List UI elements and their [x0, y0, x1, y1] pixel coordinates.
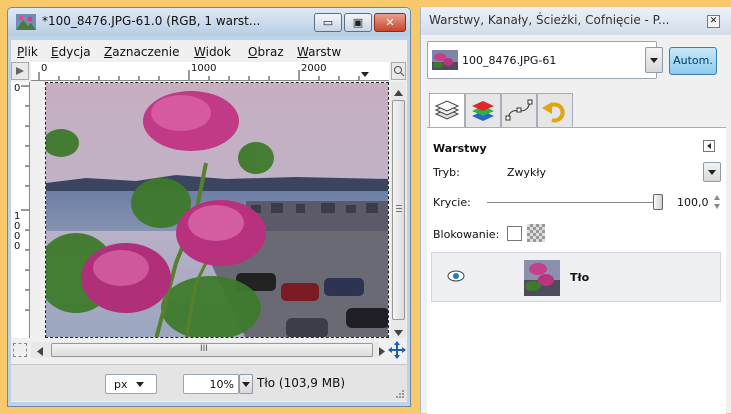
menu-warstwy[interactable]: Warstw [297, 45, 341, 59]
quickmask-icon[interactable] [13, 343, 27, 357]
layer-name: Tło [570, 271, 590, 284]
zoom-value: 10% [209, 378, 234, 391]
vertical-ruler[interactable]: 0 1000 [11, 82, 30, 338]
minimize-icon: ▭ [322, 16, 334, 29]
scroll-left-icon[interactable] [37, 346, 43, 359]
image-selector-dropdown[interactable] [645, 47, 663, 73]
close-icon: ✕ [385, 16, 395, 29]
menu-edycja[interactable]: Edycja [51, 45, 91, 59]
ruler-h-tick-0: 0 [41, 63, 48, 74]
horizontal-scroll-thumb[interactable]: III [51, 343, 373, 357]
panel-menu-icon[interactable] [703, 140, 715, 152]
vertical-scrollbar[interactable] [391, 82, 406, 338]
image-canvas[interactable] [45, 82, 389, 338]
menu-zaznaczenie[interactable]: Zaznaczenie [104, 45, 179, 59]
undo-icon [542, 102, 565, 123]
hscroll-grip: III [200, 344, 208, 354]
unit-dropdown-icon [136, 382, 144, 387]
horizontal-scrollbar[interactable]: III [31, 342, 379, 358]
menu-zaznaczenie-rest: aznaczenie [112, 45, 180, 59]
thumb-grip-line-1 [396, 205, 402, 206]
image-window-titlebar[interactable]: *100_8476.JPG-61.0 (RGB, 1 warst... ▭ ▣ … [8, 8, 410, 36]
channels-icon [472, 101, 494, 121]
image-window: *100_8476.JPG-61.0 (RGB, 1 warst... ▭ ▣ … [7, 7, 411, 407]
paths-icon [505, 99, 533, 121]
mode-dropdown-icon [708, 170, 716, 175]
menu-warstwy-rest: arstw [308, 45, 342, 59]
mode-value[interactable]: Zwykły [507, 166, 546, 179]
layers-dock: Warstwy, Kanały, Ścieżki, Cofnięcie - P.… [420, 7, 731, 414]
opacity-slider-track[interactable] [487, 202, 661, 203]
auto-button[interactable]: Autom. [669, 47, 717, 75]
lock-pixels-checkbox[interactable] [507, 226, 522, 241]
opacity-slider-handle[interactable] [653, 194, 663, 210]
ruler-h-tick-1000: 1000 [191, 63, 217, 74]
menu-obraz[interactable]: Obraz [248, 45, 284, 59]
menu-widok[interactable]: Widok [194, 45, 231, 59]
navigate-move-icon[interactable] [388, 341, 406, 359]
scroll-down-icon[interactable] [394, 326, 403, 339]
thumb-grip-line-2 [396, 208, 402, 209]
status-info: Tło (103,9 MB) [257, 376, 346, 390]
resize-grip-icon[interactable] [395, 389, 405, 399]
opacity-value[interactable]: 100,0 [677, 196, 709, 209]
layers-panel: Warstwy Tryb: Zwykły Krycie: 100,0 Bloko… [427, 127, 726, 414]
mode-dropdown[interactable] [703, 162, 721, 182]
lock-alpha-icon[interactable] [527, 224, 545, 242]
horizontal-ruler[interactable]: 0 1000 2000 [31, 62, 389, 81]
layer-row[interactable]: Tło [431, 252, 721, 302]
opacity-spinner[interactable] [713, 192, 721, 212]
mode-label: Tryb: [433, 166, 460, 179]
tab-layers[interactable] [429, 93, 465, 128]
menu-plik-rest: lik [24, 45, 38, 59]
dock-title: Warstwy, Kanały, Ścieżki, Cofnięcie - P.… [429, 13, 670, 27]
image-window-app-icon [16, 14, 36, 30]
quickmask-toggle-icon[interactable] [11, 62, 29, 80]
menu-plik[interactable]: Plik [17, 45, 38, 59]
zoom-dropdown-button[interactable] [239, 374, 253, 394]
eye-icon[interactable] [446, 269, 466, 286]
dock-titlebar[interactable]: Warstwy, Kanały, Ścieżki, Cofnięcie - P.… [421, 7, 731, 35]
layer-thumbnail [524, 260, 560, 296]
tab-undo[interactable] [537, 93, 573, 127]
maximize-button[interactable]: ▣ [344, 13, 372, 32]
menu-widok-rest: idok [205, 45, 231, 59]
image-window-title: *100_8476.JPG-61.0 (RGB, 1 warst... [42, 14, 261, 28]
unit-selector[interactable]: px [105, 374, 157, 394]
statusbar: px 10% Tło (103,9 MB) [11, 364, 407, 401]
opacity-label: Krycie: [433, 196, 471, 209]
vertical-scroll-thumb[interactable] [392, 100, 405, 320]
close-button[interactable]: ✕ [374, 13, 406, 32]
scroll-up-icon[interactable] [394, 86, 403, 99]
maximize-icon: ▣ [352, 16, 364, 29]
minimize-button[interactable]: ▭ [314, 13, 342, 32]
image-thumbnail [432, 50, 458, 70]
layers-icon [434, 100, 460, 120]
tab-channels[interactable] [465, 93, 501, 127]
scroll-right-icon[interactable] [379, 346, 385, 359]
zoom-dropdown-icon [242, 382, 250, 387]
lock-label: Blokowanie: [433, 228, 500, 241]
layers-heading: Warstwy [433, 142, 487, 155]
ruler-h-tick-2000: 2000 [301, 63, 327, 74]
image-selector[interactable]: 100_8476.JPG-61 [427, 41, 657, 79]
image-selector-value: 100_8476.JPG-61 [462, 54, 557, 67]
thumb-grip-line-3 [396, 211, 402, 212]
horizontal-scroll-row: III [11, 340, 407, 360]
menu-obraz-rest: braz [257, 45, 284, 59]
menu-edycja-rest: dycja [58, 45, 91, 59]
navigate-icon[interactable] [391, 62, 406, 80]
ruler-position-marker [361, 72, 369, 77]
zoom-input[interactable]: 10% [183, 374, 239, 394]
dock-close-icon[interactable]: ✕ [707, 15, 720, 28]
menubar: Plik Edycja Zaznaczenie Widok Obraz Wars… [11, 40, 407, 62]
image-client-area: 0 1000 2000 0 1000 III px 10% Tło (103,9… [11, 62, 407, 402]
unit-value: px [114, 378, 128, 391]
photo-image [46, 83, 388, 337]
tab-paths[interactable] [501, 93, 537, 127]
image-selector-dropdown-icon [650, 58, 658, 63]
